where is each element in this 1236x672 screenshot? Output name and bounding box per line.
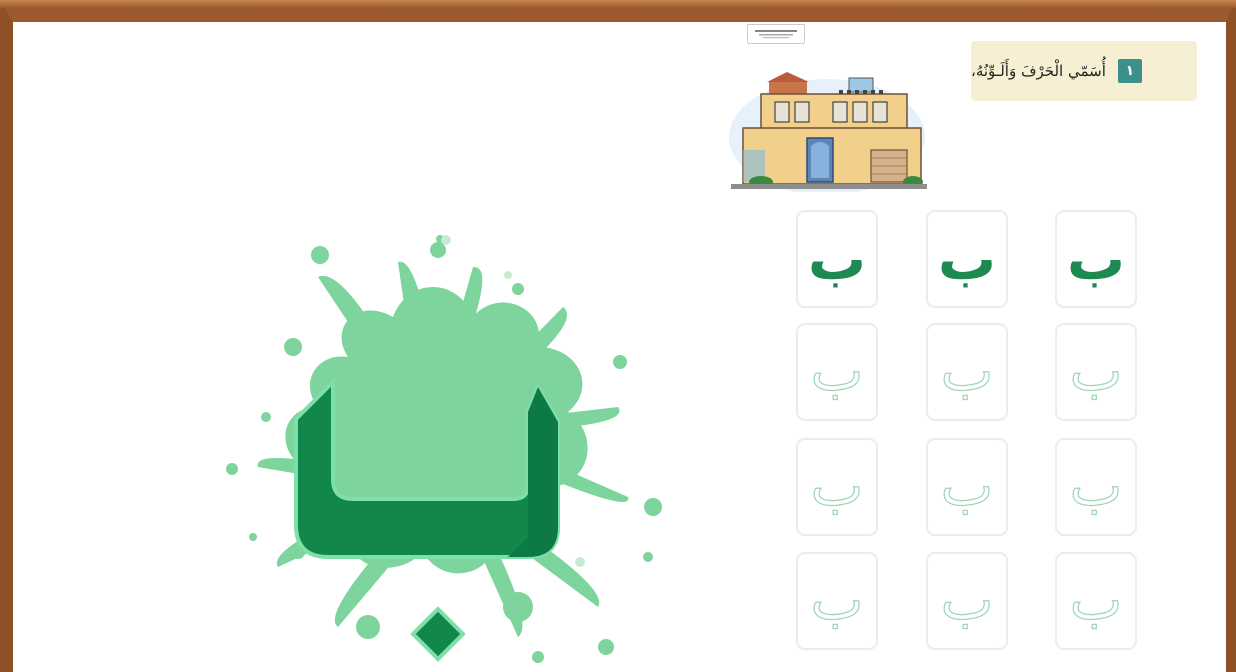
tile-trace-letter: ب [940,454,994,519]
tile-trace-4[interactable]: ب [1055,438,1137,536]
tile-trace-letter: ب [810,339,864,404]
tile-trace-letter: ب [810,568,864,633]
tile-trace-letter: ب [940,339,994,404]
tile-trace-7[interactable]: ب [1055,552,1137,650]
tile-trace-letter: ب [1069,454,1123,519]
tile-trace-letter: ب [1069,568,1123,633]
tile-solid-3[interactable]: ب [796,210,878,308]
tile-trace-6[interactable]: ب [796,438,878,536]
tile-solid-2[interactable]: ب [926,210,1008,308]
instruction-number-badge: ١ [1117,59,1142,83]
tile-trace-letter: ب [940,568,994,633]
tile-trace-9[interactable]: ب [796,552,878,650]
lesson-canvas: ١ أُسَمّي الْحَرْفَ وَأَلَـوِّنُهُ، ب ب … [13,22,1226,672]
tile-trace-letter: ب [810,454,864,519]
tile-letter: ب [1066,225,1126,293]
tile-trace-3[interactable]: ب [796,323,878,421]
tile-letter: ب [937,225,997,293]
book-stamp [747,24,805,44]
tile-trace-1[interactable]: ب [1055,323,1137,421]
house-illustration [729,72,927,192]
tile-trace-2[interactable]: ب [926,323,1008,421]
instruction-banner: ١ أُسَمّي الْحَرْفَ وَأَلَـوِّنُهُ، [971,41,1197,101]
instruction-text: أُسَمّي الْحَرْفَ وَأَلَـوِّنُهُ، [971,62,1106,80]
letter-splash-illustration [226,235,662,663]
stamp-lines-icon [755,30,797,39]
tile-trace-5[interactable]: ب [926,438,1008,536]
tile-letter: ب [807,225,867,293]
tile-trace-8[interactable]: ب [926,552,1008,650]
tile-trace-letter: ب [1069,339,1123,404]
tile-solid-1[interactable]: ب [1055,210,1137,308]
frame-top-edge [0,0,1236,8]
